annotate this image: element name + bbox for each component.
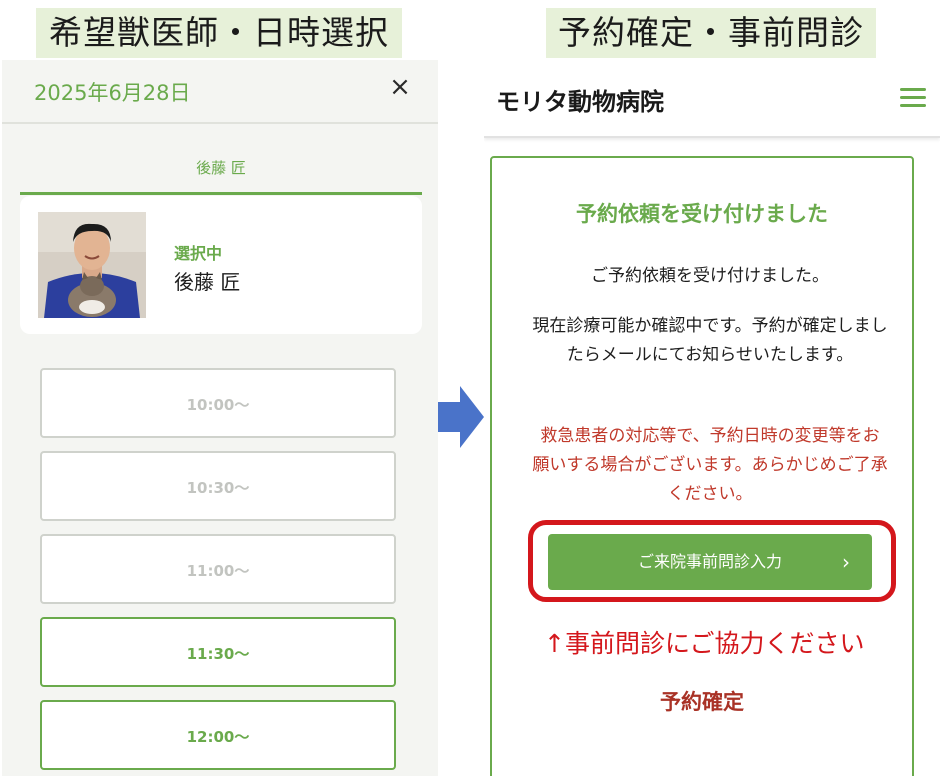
annotation-text: ↑事前問診にご協力ください [544,629,865,658]
time-slot-1100[interactable]: 11:00〜 [40,534,396,604]
status-message: 現在診療可能か確認中です。予約が確定しましたらメールにてお知らせいたします。 [532,316,888,365]
vet-card[interactable]: 選択中 後藤 匠 [20,196,422,334]
cta-label: ご来院事前問診入力 [637,552,782,571]
vet-avatar-icon [38,212,146,318]
tab-vet[interactable]: 後藤 匠 [20,148,422,195]
right-caption: 予約確定・事前問診 [546,8,876,58]
time-slot-1130[interactable]: 11:30〜 [40,617,396,687]
vet-selection-panel: 2025年6月28日 × 後藤 匠 選択中 後藤 匠 10:00〜 10:30〜… [2,60,438,776]
confirmation-card: 予約依頼を受け付けました ご予約依頼を受け付けました。 現在診療可能か確認中です… [490,156,914,776]
selected-date: 2025年6月28日 [34,81,191,105]
vet-name: 後藤 匠 [174,270,241,294]
warning-message: 救急患者の対応等で、予約日時の変更等をお願いする場合がございます。あらかじめご了… [532,426,888,504]
time-slot-1000[interactable]: 10:00〜 [40,368,396,438]
vet-photo [38,212,146,318]
hamburger-icon[interactable] [900,88,926,108]
close-icon[interactable]: × [386,72,414,102]
pre-visit-questionnaire-button[interactable]: ご来院事前問診入力 › [548,534,872,590]
clinic-name: モリタ動物病院 [496,88,664,116]
time-slot-1200[interactable]: 12:00〜 [40,700,396,770]
chevron-right-icon: › [842,550,850,574]
left-caption: 希望獣医師・日時選択 [36,8,402,58]
panel-header: 2025年6月28日 × [2,60,438,124]
confirmation-screen: モリタ動物病院 予約依頼を受け付けました ご予約依頼を受け付けました。 現在診療… [484,60,940,776]
confirmation-heading: 予約依頼を受け付けました [576,202,828,226]
section-title: 予約確定 [660,690,744,714]
right-arrow-icon [438,386,484,448]
selected-status: 選択中 [174,244,223,263]
received-message: ご予約依頼を受け付けました。 [591,266,829,286]
time-slot-1030[interactable]: 10:30〜 [40,451,396,521]
app-header: モリタ動物病院 [484,60,940,138]
